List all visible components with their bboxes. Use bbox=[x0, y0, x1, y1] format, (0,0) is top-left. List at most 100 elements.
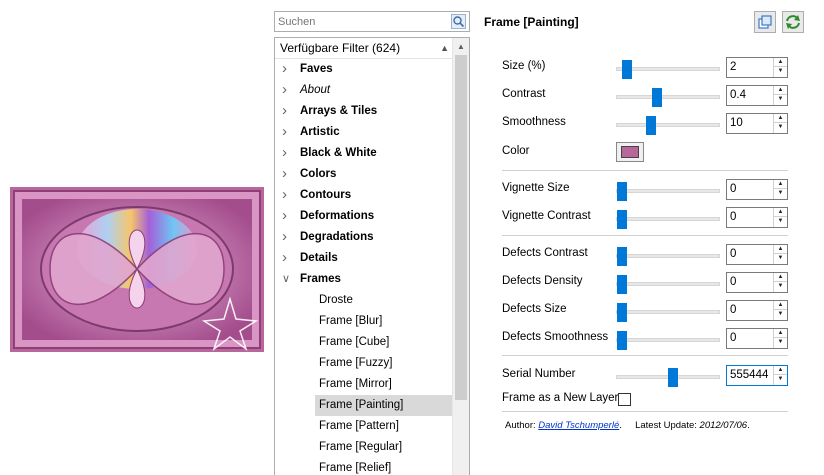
tree-category[interactable]: › Arrays & Tiles bbox=[275, 101, 453, 122]
spin-up-icon[interactable]: ▲ bbox=[774, 114, 787, 123]
slider-handle[interactable] bbox=[617, 182, 627, 201]
slider-handle[interactable] bbox=[617, 303, 627, 322]
spin-down-icon[interactable]: ▼ bbox=[774, 217, 787, 226]
spin-up-icon[interactable]: ▲ bbox=[774, 366, 787, 375]
spin-up-icon[interactable]: ▲ bbox=[774, 180, 787, 189]
spin-down-icon[interactable]: ▼ bbox=[774, 95, 787, 104]
tree-filter-item[interactable]: Frame [Blur] bbox=[275, 311, 453, 332]
defects-size-slider[interactable] bbox=[616, 303, 720, 322]
tree-category[interactable]: ∨ Frames bbox=[275, 269, 453, 290]
filter-tree[interactable]: Verfügbare Filter (624) ▲ › Faves › About › A… bbox=[274, 37, 470, 475]
size-slider[interactable] bbox=[616, 60, 720, 79]
defects-smoothness-spinbox[interactable]: 0 ▲ ▼ bbox=[726, 328, 788, 349]
tree-filter-item[interactable]: Droste bbox=[275, 290, 453, 311]
chevron-right-icon[interactable]: › bbox=[282, 184, 292, 205]
spin-up-icon[interactable]: ▲ bbox=[774, 273, 787, 282]
scroll-up-icon[interactable]: ▲ bbox=[453, 38, 469, 55]
defects-smoothness-slider[interactable] bbox=[616, 331, 720, 350]
smoothness-spinbox[interactable]: 10 ▲ ▼ bbox=[726, 113, 788, 134]
slider-handle[interactable] bbox=[617, 210, 627, 229]
defects-contrast-slider[interactable] bbox=[616, 247, 720, 266]
serial-number-slider[interactable] bbox=[616, 368, 720, 387]
color-swatch-button[interactable] bbox=[616, 142, 644, 162]
spin-up-icon[interactable]: ▲ bbox=[774, 245, 787, 254]
spin-up-icon[interactable]: ▲ bbox=[774, 58, 787, 67]
refresh-button[interactable] bbox=[782, 11, 804, 33]
vignette-contrast-spinbox[interactable]: 0 ▲ ▼ bbox=[726, 207, 788, 228]
spin-down-icon[interactable]: ▼ bbox=[774, 254, 787, 263]
vignette-size-spinbox[interactable]: 0 ▲ ▼ bbox=[726, 179, 788, 200]
author-link[interactable]: David Tschumperlé bbox=[538, 420, 619, 431]
chevron-right-icon[interactable]: › bbox=[282, 142, 292, 163]
search-icon[interactable] bbox=[451, 14, 466, 29]
defects-density-spinbox[interactable]: 0 ▲ ▼ bbox=[726, 272, 788, 293]
tree-filter-item[interactable]: Frame [Cube] bbox=[275, 332, 453, 353]
tree-filter-item[interactable]: Frame [Fuzzy] bbox=[275, 353, 453, 374]
smoothness-slider[interactable] bbox=[616, 116, 720, 135]
tree-category[interactable]: › Faves bbox=[275, 59, 453, 80]
spin-up-icon[interactable]: ▲ bbox=[774, 86, 787, 95]
spin-down-icon[interactable]: ▼ bbox=[774, 338, 787, 347]
tree-category[interactable]: › Degradations bbox=[275, 227, 453, 248]
chevron-right-icon[interactable]: › bbox=[282, 100, 292, 121]
filter-tree-header-label: Verfügbare Filter (624) bbox=[280, 41, 401, 55]
spin-up-icon[interactable]: ▲ bbox=[774, 329, 787, 338]
tree-category-label: Colors bbox=[300, 168, 337, 180]
chevron-right-icon[interactable]: › bbox=[282, 226, 292, 247]
tree-category[interactable]: › About bbox=[275, 80, 453, 101]
chevron-right-icon[interactable]: › bbox=[282, 163, 292, 184]
search-box[interactable] bbox=[274, 11, 470, 32]
tree-filter-item[interactable]: Frame [Painting] bbox=[315, 395, 453, 416]
chevron-down-icon[interactable]: ∨ bbox=[282, 269, 292, 290]
spin-down-icon[interactable]: ▼ bbox=[774, 375, 787, 384]
tree-filter-label: Frame [Regular] bbox=[319, 441, 403, 453]
search-input[interactable] bbox=[275, 12, 445, 31]
slider-handle[interactable] bbox=[668, 368, 678, 387]
slider-handle[interactable] bbox=[617, 247, 627, 266]
chevron-right-icon[interactable]: › bbox=[282, 247, 292, 268]
spin-down-icon[interactable]: ▼ bbox=[774, 67, 787, 76]
tree-category-label: About bbox=[300, 84, 331, 96]
vignette-contrast-slider[interactable] bbox=[616, 210, 720, 229]
tree-category[interactable]: › Contours bbox=[275, 185, 453, 206]
tree-category[interactable]: › Black & White bbox=[275, 143, 453, 164]
filter-tree-header[interactable]: Verfügbare Filter (624) ▲ bbox=[275, 38, 453, 59]
contrast-spinbox[interactable]: 0.4 ▲ ▼ bbox=[726, 85, 788, 106]
serial-number-spinbox[interactable]: 555444 ▲ ▼ bbox=[726, 365, 788, 386]
defects-contrast-spinbox[interactable]: 0 ▲ ▼ bbox=[726, 244, 788, 265]
spin-up-icon[interactable]: ▲ bbox=[774, 208, 787, 217]
slider-handle[interactable] bbox=[622, 60, 632, 79]
tree-category[interactable]: › Deformations bbox=[275, 206, 453, 227]
defects-size-spinbox[interactable]: 0 ▲ ▼ bbox=[726, 300, 788, 321]
tree-category[interactable]: › Colors bbox=[275, 164, 453, 185]
tree-category[interactable]: › Details bbox=[275, 248, 453, 269]
chevron-right-icon[interactable]: › bbox=[282, 79, 292, 100]
update-label: Latest Update: bbox=[635, 420, 697, 431]
tree-category[interactable]: › Artistic bbox=[275, 122, 453, 143]
spin-down-icon[interactable]: ▼ bbox=[774, 282, 787, 291]
scroll-thumb[interactable] bbox=[455, 55, 467, 400]
spin-down-icon[interactable]: ▼ bbox=[774, 123, 787, 132]
tree-filter-item[interactable]: Frame [Relief] bbox=[275, 458, 453, 475]
tree-scrollbar[interactable]: ▲ bbox=[452, 38, 469, 475]
chevron-right-icon[interactable]: › bbox=[282, 58, 292, 79]
new-layer-checkbox[interactable] bbox=[618, 393, 631, 406]
chevron-right-icon[interactable]: › bbox=[282, 205, 292, 226]
slider-handle[interactable] bbox=[617, 275, 627, 294]
param-defects-density: Defects Density 0 ▲ ▼ bbox=[502, 272, 792, 294]
slider-handle[interactable] bbox=[646, 116, 656, 135]
spin-down-icon[interactable]: ▼ bbox=[774, 189, 787, 198]
tree-filter-item[interactable]: Frame [Regular] bbox=[275, 437, 453, 458]
slider-handle[interactable] bbox=[617, 331, 627, 350]
tree-filter-item[interactable]: Frame [Mirror] bbox=[275, 374, 453, 395]
spin-up-icon[interactable]: ▲ bbox=[774, 301, 787, 310]
spin-down-icon[interactable]: ▼ bbox=[774, 310, 787, 319]
slider-handle[interactable] bbox=[652, 88, 662, 107]
chevron-right-icon[interactable]: › bbox=[282, 121, 292, 142]
vignette-size-slider[interactable] bbox=[616, 182, 720, 201]
tree-filter-item[interactable]: Frame [Pattern] bbox=[275, 416, 453, 437]
size-spinbox[interactable]: 2 ▲ ▼ bbox=[726, 57, 788, 78]
defects-density-slider[interactable] bbox=[616, 275, 720, 294]
contrast-slider[interactable] bbox=[616, 88, 720, 107]
copy-layer-button[interactable] bbox=[754, 11, 776, 33]
